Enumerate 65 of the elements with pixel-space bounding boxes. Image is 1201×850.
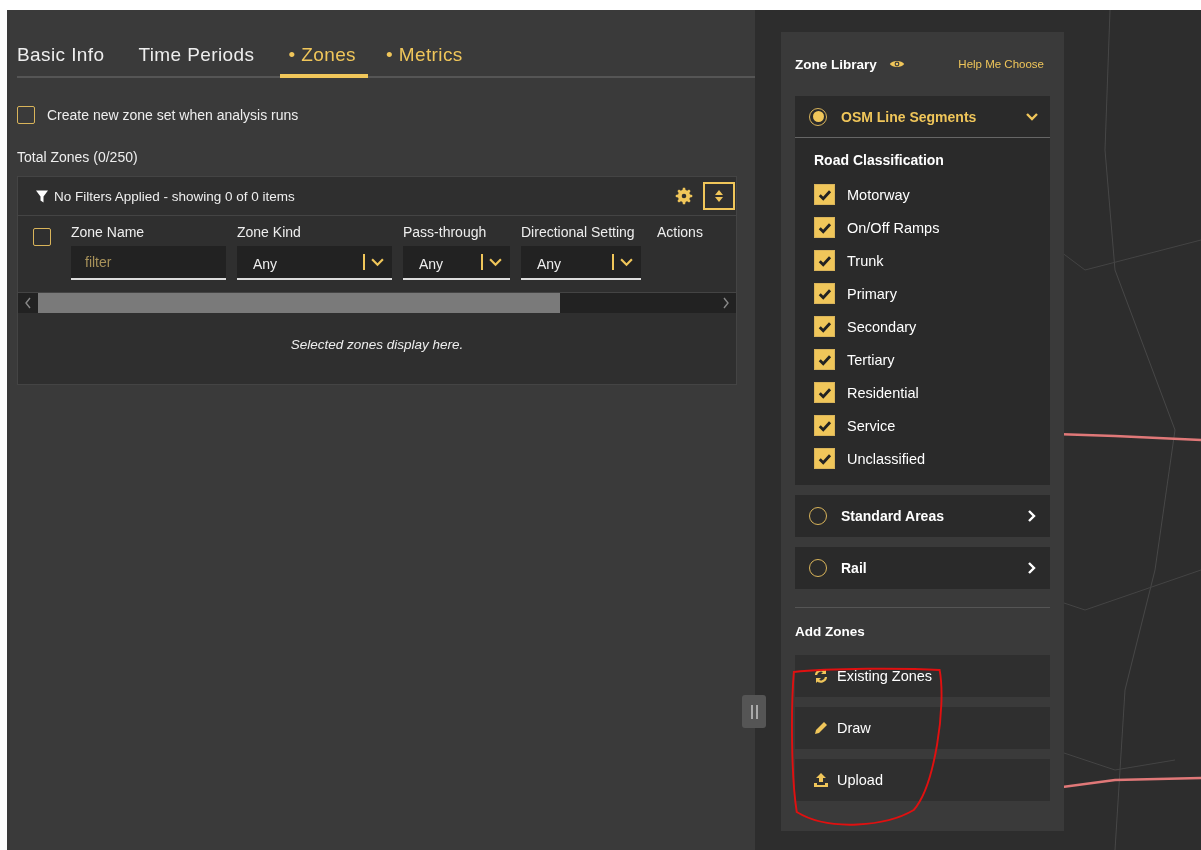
chevron-down-icon: [620, 257, 633, 267]
checkbox[interactable]: [814, 382, 835, 403]
horizontal-scrollbar[interactable]: [18, 293, 736, 313]
add-zone-button[interactable]: Existing Zones: [795, 655, 1050, 697]
total-zones-label: Total Zones (0/250): [17, 149, 139, 165]
tab[interactable]: • Metrics: [386, 44, 469, 78]
add-zone-button[interactable]: Draw: [795, 707, 1050, 749]
eye-icon[interactable]: [888, 59, 905, 69]
checkbox-label: Service: [847, 417, 896, 434]
filter-status: No Filters Applied - showing 0 of 0 items: [54, 188, 296, 204]
upload-icon: [813, 772, 829, 788]
section-title: Add Zones: [795, 624, 866, 639]
group-title: Road Classification: [814, 152, 945, 168]
select-field[interactable]: Any: [237, 246, 392, 280]
checkbox-label: Residential: [847, 384, 919, 401]
checkbox[interactable]: [814, 217, 835, 238]
chevron-right-icon: [1026, 562, 1038, 574]
checkbox[interactable]: [814, 283, 835, 304]
tab[interactable]: Basic Info: [17, 44, 111, 78]
sort-icon: [714, 189, 724, 203]
checkbox[interactable]: [814, 316, 835, 337]
zone-type-option[interactable]: OSM Line Segments: [795, 96, 1050, 138]
empty-message: Selected zones display here.: [289, 336, 465, 354]
column-header: Pass-through: [403, 224, 488, 240]
zone-type-option[interactable]: Rail: [795, 547, 1050, 589]
checkbox[interactable]: [17, 106, 35, 124]
panel-title: Zone Library: [795, 56, 877, 72]
column-header: Directional Setting: [521, 224, 636, 240]
tab[interactable]: • Zones: [280, 44, 368, 78]
checkbox-label: Tertiary: [847, 351, 895, 368]
checkbox[interactable]: [814, 448, 835, 469]
checkbox-label: Create new zone set when analysis runs: [47, 107, 299, 123]
checkbox-label: Unclassified: [847, 450, 926, 467]
chevron-left-icon[interactable]: [24, 297, 32, 309]
checkbox[interactable]: [814, 349, 835, 370]
filter-field[interactable]: filter: [71, 246, 226, 280]
chevron-down-icon: [371, 257, 384, 267]
checkbox-label: Primary: [847, 285, 897, 302]
checkbox-label: Motorway: [847, 186, 910, 203]
column-header: Zone Kind: [237, 224, 302, 240]
checkbox[interactable]: [814, 184, 835, 205]
chevron-down-icon: [1026, 110, 1038, 123]
add-zone-button[interactable]: Upload: [795, 759, 1050, 801]
chevron-down-icon: [489, 257, 502, 267]
checkbox[interactable]: [814, 415, 835, 436]
checkbox[interactable]: [814, 250, 835, 271]
pencil-icon: [813, 720, 829, 736]
checkbox-label: Trunk: [847, 252, 884, 269]
resize-handle[interactable]: [742, 695, 766, 728]
tab[interactable]: Time Periods: [138, 44, 261, 78]
select-field[interactable]: Any: [521, 246, 641, 280]
filter-icon: [36, 189, 48, 203]
zone-type-option[interactable]: Standard Areas: [795, 495, 1050, 537]
settings-icon[interactable]: [673, 185, 695, 207]
checkbox-label: On/Off Ramps: [847, 219, 940, 236]
column-header: Zone Name: [71, 224, 146, 240]
checkbox-label: Secondary: [847, 318, 917, 335]
sort-button[interactable]: [703, 182, 735, 210]
sync-icon: [813, 668, 829, 684]
help-link[interactable]: Help Me Choose: [958, 58, 1044, 70]
select-field[interactable]: Any: [403, 246, 510, 280]
select-all-checkbox[interactable]: [33, 228, 51, 246]
chevron-right-icon[interactable]: [722, 297, 730, 309]
column-header: Actions: [657, 224, 704, 240]
chevron-right-icon: [1026, 510, 1038, 522]
